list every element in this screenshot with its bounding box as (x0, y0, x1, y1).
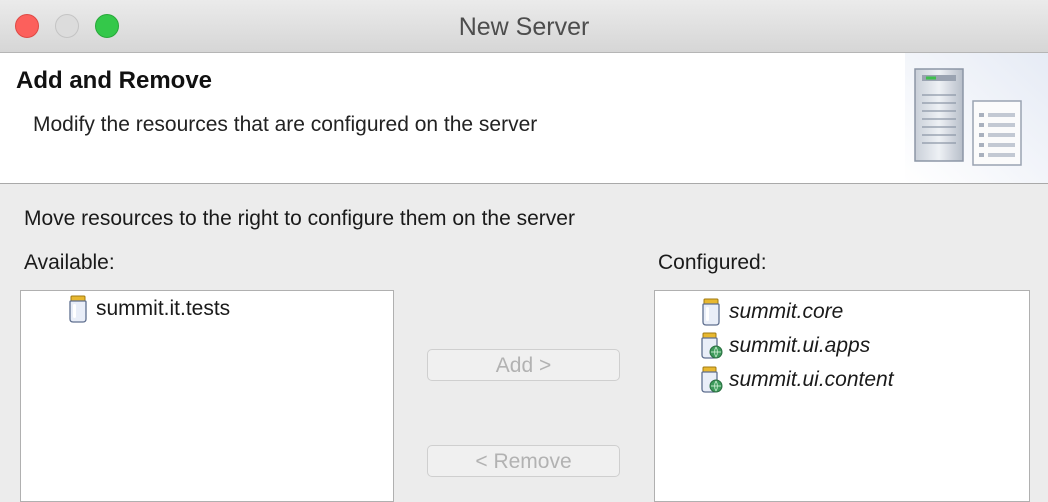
add-button[interactable]: Add > (427, 349, 620, 381)
configured-item-label: summit.ui.content (729, 368, 894, 391)
page-description: Modify the resources that are configured… (33, 113, 538, 136)
remove-button[interactable]: < Remove (427, 445, 620, 477)
configured-label: Configured: (658, 251, 767, 274)
bundle-icon (69, 295, 87, 323)
configured-item-label: summit.ui.apps (729, 334, 871, 357)
configured-list[interactable]: summit.core summit.ui.apps summit.ui.con… (654, 290, 1030, 502)
window-title: New Server (458, 13, 590, 41)
available-list[interactable]: summit.it.tests (20, 290, 394, 502)
configured-item-label: summit.core (729, 300, 844, 323)
title-bar: New Server (0, 0, 1048, 53)
configured-item-summit-core[interactable]: summit.core (699, 296, 843, 328)
instruction-text: Move resources to the right to configure… (24, 207, 575, 230)
bundle-web-icon (701, 366, 723, 393)
server-wizard-icon (905, 53, 1048, 183)
available-label: Available: (24, 251, 115, 274)
available-item-summit-it-tests[interactable]: summit.it.tests (66, 293, 230, 325)
wizard-header: Add and Remove Modify the resources that… (0, 53, 1048, 184)
configured-item-summit-ui-content[interactable]: summit.ui.content (699, 364, 894, 396)
page-title: Add and Remove (16, 67, 213, 94)
configured-item-summit-ui-apps[interactable]: summit.ui.apps (699, 330, 870, 362)
bundle-web-icon (701, 332, 723, 359)
bundle-icon (702, 298, 720, 326)
available-item-label: summit.it.tests (96, 297, 231, 320)
